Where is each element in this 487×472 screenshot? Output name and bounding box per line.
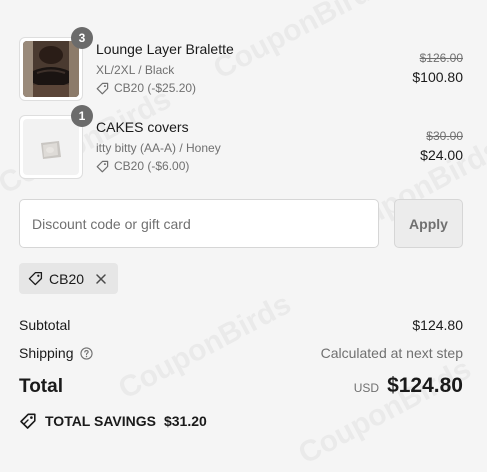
- apply-button[interactable]: Apply: [394, 199, 463, 248]
- watermark: CouponBirds: [293, 352, 477, 471]
- savings-tag-icon: [20, 413, 36, 429]
- discount-code-input[interactable]: [19, 199, 379, 248]
- line-discount: CB20 (-$25.20): [96, 81, 196, 95]
- subtotal-value: $124.80: [412, 317, 463, 333]
- shipping-label: Shipping: [19, 345, 74, 361]
- tag-icon: [28, 271, 43, 286]
- total-savings: TOTAL SAVINGS $31.20: [19, 412, 207, 430]
- product-thumbnail[interactable]: 1: [19, 105, 93, 179]
- subtotal-row: Subtotal $124.80: [19, 317, 463, 335]
- savings-label: TOTAL SAVINGS: [45, 413, 156, 429]
- product-name: CAKES covers: [96, 119, 189, 135]
- close-icon[interactable]: [94, 272, 108, 286]
- line-discount: CB20 (-$6.00): [96, 159, 189, 173]
- original-price: $126.00: [419, 51, 463, 65]
- line-discount-text: CB20 (-$25.20): [114, 81, 197, 95]
- line-discount-text: CB20 (-$6.00): [114, 159, 190, 173]
- product-name: Lounge Layer Bralette: [96, 41, 234, 57]
- quantity-badge: 3: [71, 27, 93, 49]
- discounted-price: $100.80: [412, 69, 463, 85]
- total-label: Total: [19, 376, 63, 397]
- shipping-value: Calculated at next step: [320, 345, 463, 361]
- product-variant: itty bitty (AA-A) / Honey: [96, 141, 221, 155]
- total-value: $124.80: [387, 374, 463, 397]
- tag-icon: [96, 160, 109, 172]
- bralette-image: [23, 41, 79, 97]
- line-item: 3 Lounge Layer Bralette XL/2XL / Black C…: [19, 27, 463, 101]
- currency-code: USD: [353, 381, 380, 395]
- subtotal-label: Subtotal: [19, 317, 71, 333]
- discounted-price: $24.00: [420, 147, 463, 163]
- original-price: $30.00: [426, 129, 463, 143]
- total-row: Total USD $124.80: [19, 374, 463, 402]
- covers-image: [23, 119, 79, 175]
- savings-value: $31.20: [163, 413, 207, 429]
- applied-discount-code: CB20: [49, 270, 85, 287]
- product-variant: XL/2XL / Black: [96, 63, 175, 77]
- shipping-row: Shipping Calculated at next step: [19, 345, 463, 363]
- applied-discount-chip: CB20: [19, 263, 118, 294]
- tag-icon: [96, 82, 109, 94]
- line-item: 1 CAKES covers itty bitty (AA-A) / Honey…: [19, 105, 463, 179]
- help-icon[interactable]: [79, 346, 93, 360]
- quantity-badge: 1: [71, 105, 93, 127]
- product-thumbnail[interactable]: 3: [19, 27, 93, 101]
